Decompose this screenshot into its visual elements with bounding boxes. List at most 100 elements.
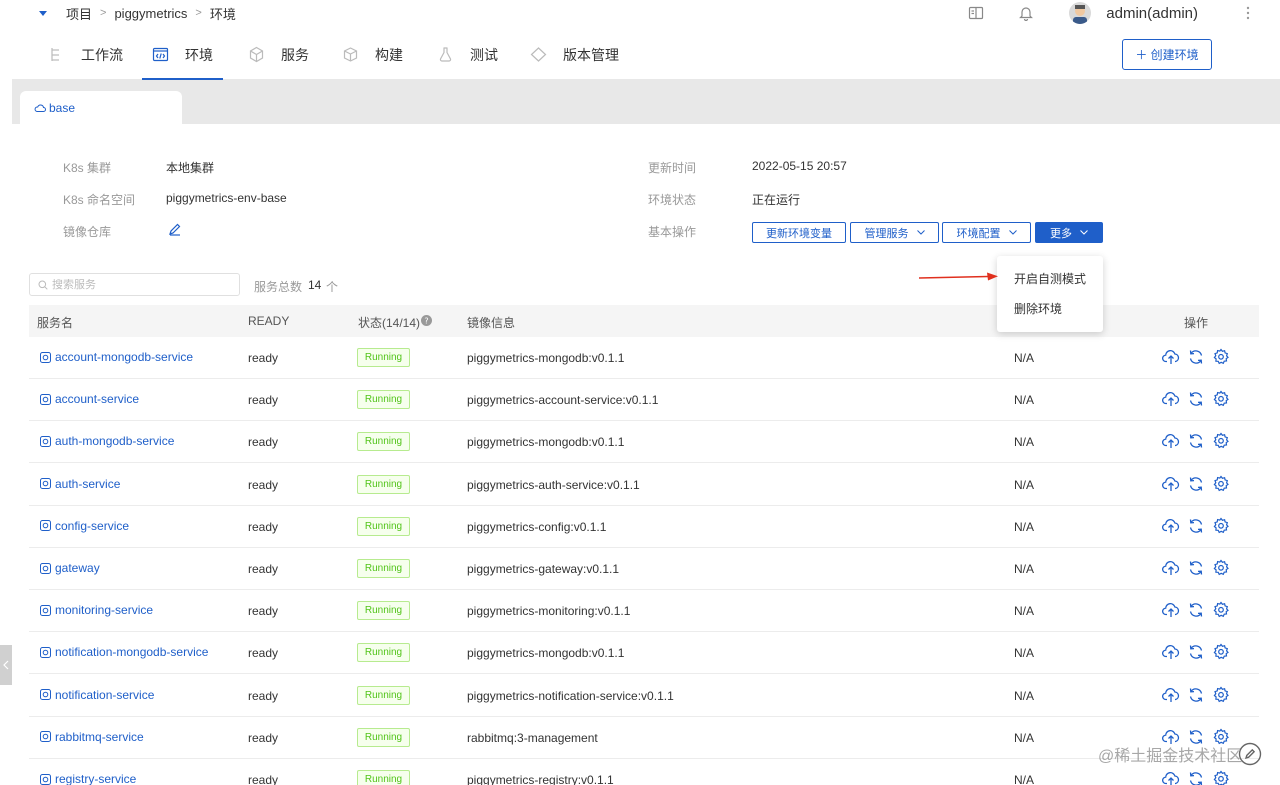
tab-services[interactable]: 服务 bbox=[248, 30, 309, 79]
service-name: config-service bbox=[55, 518, 130, 533]
tab-environment[interactable]: 环境 bbox=[142, 30, 223, 80]
refresh-icon[interactable] bbox=[1187, 559, 1205, 577]
refresh-icon[interactable] bbox=[1187, 686, 1205, 704]
create-environment-button[interactable]: ＋ 创建环境 bbox=[1122, 39, 1212, 70]
settings-gear-icon[interactable] bbox=[1212, 643, 1230, 661]
refresh-icon[interactable] bbox=[1187, 770, 1205, 785]
environment-status-label: 环境状态 bbox=[648, 193, 697, 207]
sidebar-collapse-handle[interactable] bbox=[0, 645, 12, 685]
upload-cloud-icon[interactable] bbox=[1162, 770, 1180, 785]
service-name-link[interactable]: account-mongodb-service bbox=[40, 350, 193, 364]
settings-gear-icon[interactable] bbox=[1212, 432, 1230, 450]
upload-cloud-icon[interactable] bbox=[1162, 686, 1180, 704]
tab-build[interactable]: 构建 bbox=[342, 30, 403, 79]
update-env-vars-button[interactable]: 更新环境变量 bbox=[752, 222, 846, 243]
service-name-link[interactable]: notification-service bbox=[40, 688, 154, 702]
service-search-input[interactable] bbox=[52, 278, 232, 291]
service-name-link[interactable]: registry-service bbox=[40, 772, 136, 785]
upload-cloud-icon[interactable] bbox=[1162, 432, 1180, 450]
service-name-link[interactable]: gateway bbox=[40, 561, 100, 575]
environment-tab-bar: base bbox=[12, 80, 1280, 124]
service-name-link[interactable]: config-service bbox=[40, 519, 129, 533]
avatar[interactable] bbox=[1069, 2, 1092, 24]
row-actions bbox=[1162, 432, 1237, 450]
table-row: config-service ready Running piggymetric… bbox=[29, 506, 1259, 548]
svg-text:?: ? bbox=[424, 317, 428, 326]
button-label: 更新环境变量 bbox=[766, 227, 832, 240]
row-actions bbox=[1162, 348, 1237, 366]
breadcrumb-project-name[interactable]: piggymetrics bbox=[114, 6, 187, 21]
refresh-icon[interactable] bbox=[1187, 475, 1205, 493]
settings-gear-icon[interactable] bbox=[1212, 517, 1230, 535]
upload-cloud-icon[interactable] bbox=[1162, 390, 1180, 408]
project-switcher-caret-icon[interactable] bbox=[39, 10, 47, 16]
service-ready: ready bbox=[248, 562, 279, 576]
column-header-status: 状态(14/14) bbox=[358, 316, 421, 330]
status-badge: Running bbox=[357, 348, 410, 367]
breadcrumb-separator: > bbox=[100, 7, 107, 19]
tab-test[interactable]: 测试 bbox=[437, 30, 498, 79]
help-circle-icon[interactable]: ? bbox=[421, 315, 432, 326]
row-actions bbox=[1162, 770, 1237, 785]
upload-cloud-icon[interactable] bbox=[1162, 559, 1180, 577]
menu-item-delete-environment[interactable]: 删除环境 bbox=[1014, 300, 1062, 317]
refresh-icon[interactable] bbox=[1187, 348, 1205, 366]
refresh-icon[interactable] bbox=[1187, 432, 1205, 450]
upload-cloud-icon[interactable] bbox=[1162, 517, 1180, 535]
cluster-label: K8s 集群 bbox=[63, 161, 112, 175]
column-header-operations: 操作 bbox=[1184, 316, 1209, 330]
column-header-ready: READY bbox=[248, 314, 290, 328]
edit-icon[interactable] bbox=[168, 222, 182, 236]
service-name: account-service bbox=[55, 392, 140, 407]
book-icon[interactable] bbox=[968, 5, 984, 21]
settings-gear-icon[interactable] bbox=[1212, 770, 1230, 785]
username[interactable]: admin(admin) bbox=[1106, 5, 1198, 22]
tab-version-management[interactable]: 版本管理 bbox=[530, 30, 619, 79]
service-image: piggymetrics-notification-service:v0.1.1 bbox=[467, 688, 674, 703]
env-config-button[interactable]: 环境配置 bbox=[942, 222, 1031, 243]
status-badge: Running bbox=[357, 474, 410, 494]
settings-gear-icon[interactable] bbox=[1212, 686, 1230, 704]
service-extra-info: N/A bbox=[1014, 773, 1035, 785]
settings-gear-icon[interactable] bbox=[1212, 601, 1230, 619]
environment-tab-base[interactable]: base bbox=[20, 91, 182, 124]
refresh-icon[interactable] bbox=[1187, 601, 1205, 619]
service-image: piggymetrics-account-service:v0.1.1 bbox=[467, 393, 659, 408]
edit-circle-icon[interactable] bbox=[1238, 742, 1262, 766]
refresh-icon[interactable] bbox=[1187, 643, 1205, 661]
more-vertical-icon[interactable] bbox=[1246, 6, 1250, 20]
more-button[interactable]: 更多 bbox=[1035, 222, 1103, 243]
settings-gear-icon[interactable] bbox=[1212, 559, 1230, 577]
service-name-link[interactable]: monitoring-service bbox=[40, 603, 153, 617]
service-name-link[interactable]: auth-service bbox=[40, 477, 120, 491]
service-search-box bbox=[29, 273, 240, 296]
service-name-link[interactable]: notification-mongodb-service bbox=[40, 645, 208, 659]
refresh-icon[interactable] bbox=[1187, 517, 1205, 535]
service-image: piggymetrics-mongodb:v0.1.1 bbox=[467, 435, 625, 450]
chevron-left-icon bbox=[3, 660, 9, 670]
breadcrumb-project[interactable]: 项目 bbox=[66, 4, 92, 23]
status-badge: Running bbox=[357, 559, 410, 578]
settings-gear-icon[interactable] bbox=[1212, 348, 1230, 366]
menu-item-enable-self-test[interactable]: 开启自测模式 bbox=[1014, 270, 1086, 287]
search-icon bbox=[38, 280, 48, 290]
settings-gear-icon[interactable] bbox=[1212, 475, 1230, 493]
tab-workflow[interactable]: 工作流 bbox=[48, 30, 123, 79]
status-badge: Running bbox=[357, 601, 410, 621]
cube-icon bbox=[249, 46, 264, 63]
bell-icon[interactable] bbox=[1018, 5, 1034, 21]
service-ready: ready bbox=[248, 477, 279, 492]
upload-cloud-icon[interactable] bbox=[1162, 475, 1180, 493]
settings-gear-icon[interactable] bbox=[1212, 390, 1230, 408]
service-icon bbox=[40, 520, 51, 532]
manage-services-button[interactable]: 管理服务 bbox=[850, 222, 939, 243]
upload-cloud-icon[interactable] bbox=[1162, 601, 1180, 619]
upload-cloud-icon[interactable] bbox=[1162, 643, 1180, 661]
service-name-link[interactable]: auth-mongodb-service bbox=[40, 434, 174, 448]
refresh-icon[interactable] bbox=[1187, 390, 1205, 408]
service-name-link[interactable]: rabbitmq-service bbox=[40, 730, 144, 744]
column-header-image: 镜像信息 bbox=[467, 316, 516, 330]
table-row: auth-mongodb-service ready Running piggy… bbox=[29, 421, 1259, 464]
service-name-link[interactable]: account-service bbox=[40, 392, 139, 406]
upload-cloud-icon[interactable] bbox=[1162, 348, 1180, 366]
